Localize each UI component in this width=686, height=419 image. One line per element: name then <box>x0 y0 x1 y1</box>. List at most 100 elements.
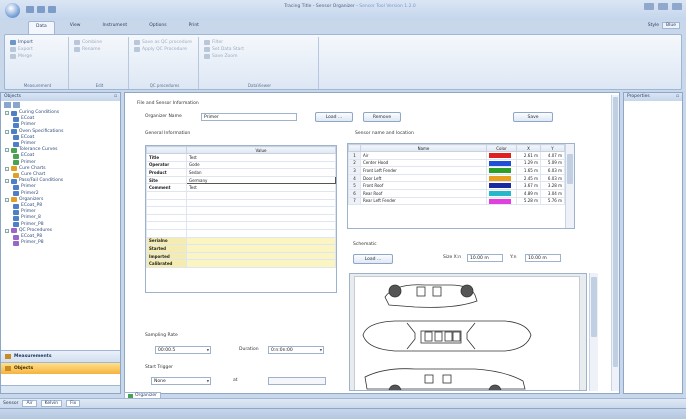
sensor-x[interactable]: 1.65 m <box>516 166 541 175</box>
sensor-color[interactable] <box>486 196 517 206</box>
collapse-icon[interactable]: - <box>5 166 9 171</box>
sensor-name[interactable]: Front Left Fender <box>360 166 487 175</box>
maximize-icon[interactable] <box>658 3 668 10</box>
sensor-name[interactable]: Door Left <box>360 173 487 183</box>
sensor-x[interactable]: 2.61 m <box>516 151 541 160</box>
info-value[interactable]: Test <box>186 183 336 192</box>
sensor-header[interactable]: Y <box>540 144 565 152</box>
sensor-y[interactable]: 5.09 m <box>540 158 565 168</box>
sensor-row[interactable]: 6 Rear Roof 4.89 m 3.04 m <box>348 188 574 198</box>
sensor-name[interactable]: Rear Left Fender <box>360 196 487 206</box>
sensor-y[interactable]: 3.04 m <box>540 188 565 198</box>
sensor-color[interactable] <box>486 166 517 175</box>
sensor-row[interactable]: 5 Front Roof 3.67 m 3.28 m <box>348 181 574 190</box>
rename-button[interactable]: Rename <box>74 46 125 53</box>
minimize-icon[interactable] <box>644 3 654 10</box>
sensor-color[interactable] <box>486 151 517 160</box>
sensor-color[interactable] <box>486 158 517 168</box>
sensor-x[interactable]: 2.45 m <box>516 173 541 183</box>
apply-qc-procedure-button[interactable]: Apply QC Procedure <box>134 46 195 53</box>
style-picker[interactable]: Style Blue <box>648 22 680 29</box>
info-value[interactable] <box>186 244 336 253</box>
style-select[interactable]: Blue <box>662 22 680 29</box>
info-value[interactable] <box>186 251 336 261</box>
refresh-icon[interactable] <box>13 102 20 108</box>
pin-icon[interactable]: ▫ <box>676 94 679 100</box>
sensor-y[interactable]: 5.76 m <box>540 196 565 206</box>
sensor-y[interactable]: 6.03 m <box>540 166 565 175</box>
status-extra-field[interactable]: Fix <box>66 400 81 407</box>
sensor-color[interactable] <box>486 173 517 183</box>
save-zoom-button[interactable]: Save Zoom <box>204 53 315 60</box>
collapse-icon[interactable]: - <box>5 179 9 184</box>
info-value[interactable] <box>186 190 336 200</box>
sensor-y[interactable]: 4.07 m <box>540 151 565 160</box>
sensor-x[interactable]: 4.89 m <box>516 188 541 198</box>
tab-view[interactable]: View <box>63 21 88 34</box>
organizer-name-input[interactable]: Primer <box>201 113 297 121</box>
info-value[interactable] <box>186 198 336 208</box>
info-value[interactable] <box>186 206 336 215</box>
app-menu-orb[interactable] <box>5 3 20 18</box>
tab-data[interactable]: Data <box>28 21 55 34</box>
save-button[interactable]: Save <box>513 112 553 122</box>
load-button[interactable]: Load ... <box>315 112 353 122</box>
set-data-start-button[interactable]: Set Data Start <box>204 46 315 53</box>
size-y-input[interactable]: 10.00 m <box>525 254 561 262</box>
tree-item[interactable]: Primer_P8 <box>3 240 118 246</box>
sensor-row[interactable]: 1 Air 2.61 m 4.07 m <box>348 151 574 160</box>
export-button[interactable]: Export <box>10 46 65 53</box>
sensor-y[interactable]: 3.28 m <box>540 181 565 190</box>
sensor-name[interactable]: Front Roof <box>360 181 487 190</box>
nav-objects[interactable]: Objects <box>1 362 120 374</box>
grid-icon[interactable] <box>4 102 11 108</box>
sensor-row[interactable]: 3 Front Left Fender 1.65 m 6.03 m <box>348 166 574 175</box>
info-value[interactable]: Test <box>186 153 336 162</box>
tab-options[interactable]: Options <box>142 21 173 34</box>
sensor-row[interactable]: 4 Door Left 2.45 m 6.03 m <box>348 173 574 183</box>
close-icon[interactable] <box>672 3 682 10</box>
save-icon[interactable] <box>26 6 34 13</box>
schematic-load-button[interactable]: Load ... <box>353 254 393 264</box>
editor-scrollbar[interactable] <box>611 95 619 391</box>
sensor-header[interactable]: Name <box>360 144 487 152</box>
sensor-row[interactable]: 2 Center Hood 1.29 m 5.09 m <box>348 158 574 168</box>
undo-icon[interactable] <box>37 6 45 13</box>
remove-button[interactable]: Remove <box>363 112 401 122</box>
pin-icon[interactable]: ▫ <box>114 94 117 100</box>
tab-print[interactable]: Print <box>182 21 206 34</box>
sensor-header[interactable]: X <box>516 144 541 152</box>
sensor-header[interactable]: Color <box>486 144 517 152</box>
collapse-icon[interactable]: - <box>5 228 9 233</box>
tab-instrument[interactable]: Instrument <box>95 21 134 34</box>
info-value[interactable] <box>186 259 336 268</box>
sensor-name[interactable]: Center Hood <box>360 158 487 168</box>
schematic-scroll-thumb[interactable] <box>591 277 597 337</box>
sensor-name[interactable]: Air <box>360 151 487 160</box>
collapse-icon[interactable]: - <box>5 111 9 116</box>
info-value[interactable] <box>186 228 336 238</box>
size-x-input[interactable]: 10.00 m <box>467 254 503 262</box>
info-value[interactable]: Germany <box>186 175 336 185</box>
sensor-x[interactable]: 3.67 m <box>516 181 541 190</box>
sensor-scroll-thumb[interactable] <box>567 154 573 184</box>
redo-icon[interactable] <box>48 6 56 13</box>
start-trigger-select[interactable]: None <box>151 377 211 385</box>
info-value[interactable] <box>186 213 336 223</box>
sampling-rate-select[interactable]: 00:00.5 <box>155 346 211 354</box>
info-value[interactable] <box>186 236 336 246</box>
schematic-scrollbar[interactable] <box>589 273 598 391</box>
info-value[interactable]: Sedan <box>186 168 336 177</box>
merge-button[interactable]: Merge <box>10 53 65 60</box>
duration-select[interactable]: 0:n:0n:00 <box>268 346 324 354</box>
combine-button[interactable]: Combine <box>74 39 125 46</box>
filter-button[interactable]: Filter <box>204 39 315 46</box>
collapse-icon[interactable]: - <box>5 197 9 202</box>
info-value[interactable] <box>186 221 336 230</box>
sensor-x[interactable]: 5.28 m <box>516 196 541 206</box>
sensor-color[interactable] <box>486 188 517 198</box>
sensor-x[interactable]: 1.29 m <box>516 158 541 168</box>
info-value[interactable]: Gode <box>186 160 336 170</box>
collapse-icon[interactable]: - <box>5 129 9 134</box>
sensor-y[interactable]: 6.03 m <box>540 173 565 183</box>
